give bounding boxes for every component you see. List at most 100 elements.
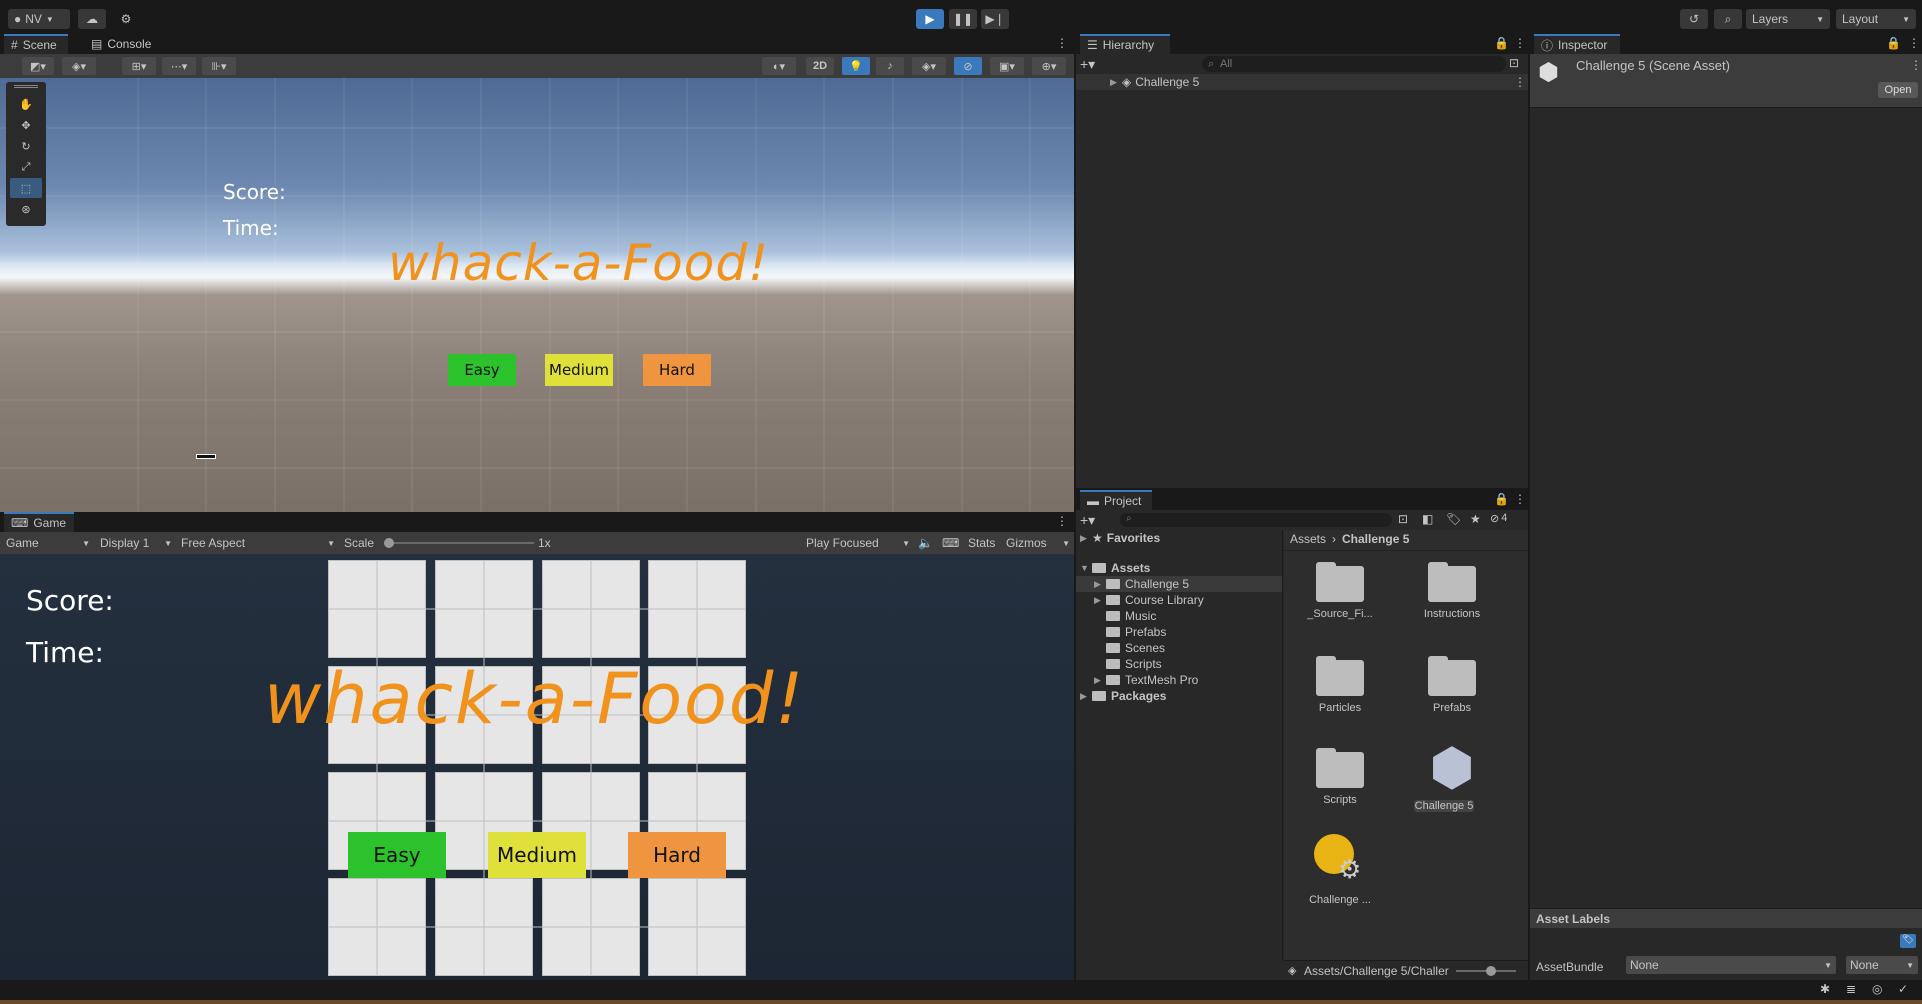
more-options-icon[interactable]: ⋮	[1910, 58, 1922, 72]
assets-row[interactable]: ▼ Assets	[1076, 560, 1150, 576]
expand-arrow-icon[interactable]: ▶	[1080, 691, 1092, 702]
expand-arrow-icon[interactable]: ▶	[1094, 595, 1106, 606]
more-options-icon[interactable]: ⋮	[1908, 36, 1920, 50]
check-icon[interactable]: ✓	[1898, 982, 1908, 996]
asset-particles[interactable]: Particles	[1284, 652, 1396, 722]
create-dropdown[interactable]: +▾	[1080, 512, 1095, 529]
step-button[interactable]: ▶❘	[981, 9, 1009, 29]
tab-scene[interactable]: # Scene	[4, 34, 68, 54]
expand-arrow-icon[interactable]: ▶	[1094, 579, 1106, 590]
more-options-icon[interactable]: ⋮	[1514, 492, 1526, 506]
expand-arrow-icon[interactable]: ▶	[1110, 77, 1122, 88]
hierarchy-scene-row[interactable]: ▶ ◈ Challenge 5 ⋮	[1076, 74, 1528, 90]
asset-scripts[interactable]: Scripts	[1284, 744, 1396, 814]
draw-mode-dropdown[interactable]: ◩▾	[22, 57, 54, 75]
database-icon[interactable]: ≣	[1846, 982, 1856, 996]
tree-folder-scripts[interactable]: Scripts	[1076, 656, 1162, 672]
splitter[interactable]	[1282, 530, 1283, 960]
tree-folder-challenge5[interactable]: ▶ Challenge 5	[1076, 576, 1282, 592]
search-button[interactable]: ⌕	[1714, 9, 1742, 29]
search-filter-icon[interactable]: ⊡	[1398, 512, 1408, 526]
scale-slider[interactable]	[384, 538, 534, 548]
tag-icon[interactable]: 🏷	[1900, 934, 1916, 948]
hard-button[interactable]: Hard	[628, 832, 726, 878]
create-dropdown[interactable]: +▾	[1080, 56, 1095, 73]
lighting-toggle[interactable]: 💡	[842, 57, 870, 75]
play-focused-dropdown[interactable]: Play Focused ▼	[806, 534, 910, 552]
grid-snap-dropdown[interactable]: ⊞▾	[122, 57, 156, 75]
transform-tool[interactable]: ⊛	[10, 199, 42, 219]
more-options-icon[interactable]: ⋮	[1514, 75, 1526, 89]
rect-tool[interactable]: ⬚	[10, 178, 42, 198]
layers-dropdown[interactable]: Layers ▼	[1746, 9, 1830, 29]
scene-visibility-toggle[interactable]: ⊘	[954, 57, 982, 75]
more-options-icon[interactable]: ⋮	[1056, 514, 1068, 528]
account-dropdown[interactable]: ● NV ▼	[8, 9, 70, 29]
more-options-icon[interactable]: ⋮	[1056, 36, 1068, 50]
move-tool[interactable]: ✥	[10, 115, 42, 135]
favorites-row[interactable]: ▶ ★ Favorites	[1076, 530, 1160, 546]
tab-project[interactable]: ▬ Project	[1080, 490, 1152, 510]
gizmos-toggle[interactable]: Gizmos ▼	[1006, 534, 1070, 552]
drag-handle[interactable]	[14, 85, 38, 88]
game-viewport[interactable]: Score: Time: whack-a-Food! Easy Medium H…	[0, 554, 1074, 980]
tab-hierarchy[interactable]: ☰ Hierarchy	[1080, 34, 1170, 54]
easy-button[interactable]: Easy	[348, 832, 446, 878]
tab-inspector[interactable]: ⓘ Inspector	[1534, 34, 1620, 54]
game-view-dropdown[interactable]: Game ▼	[6, 534, 90, 552]
camera-dropdown[interactable]: ▣▾	[990, 57, 1024, 75]
project-search-input[interactable]: ⌕	[1120, 513, 1392, 527]
scale-tool[interactable]: ⤢	[10, 157, 42, 177]
filter-type-icon[interactable]: ◧	[1422, 512, 1433, 526]
asset-challenge-settings[interactable]: ⚙ Challenge ...	[1284, 834, 1396, 914]
asset-variant-dropdown[interactable]: None ▼	[1846, 956, 1918, 974]
breadcrumb-challenge5[interactable]: Challenge 5	[1342, 532, 1409, 546]
gizmos-dropdown[interactable]: ⊕▾	[1032, 57, 1066, 75]
asset-bundle-dropdown[interactable]: None ▼	[1626, 956, 1836, 974]
scene-hard-button[interactable]: Hard	[643, 354, 711, 386]
persp-dropdown[interactable]: ◈▾	[62, 57, 96, 75]
packages-row[interactable]: ▶ Packages	[1076, 688, 1166, 704]
more-options-icon[interactable]: ⋮	[1514, 36, 1526, 50]
scene-camera-gizmo[interactable]	[196, 454, 216, 459]
tree-folder-prefabs[interactable]: Prefabs	[1076, 624, 1166, 640]
search-filter-button[interactable]: ⊡	[1509, 56, 1519, 70]
label-filter-icon[interactable]: 🏷	[1446, 512, 1461, 526]
scene-easy-button[interactable]: Easy	[448, 354, 516, 386]
expand-arrow-icon[interactable]: ▶	[1094, 675, 1106, 686]
increment-snap-dropdown[interactable]: ⋯▾	[162, 57, 196, 75]
align-dropdown[interactable]: ⊪▾	[202, 57, 236, 75]
lock-icon[interactable]: 🔒	[1494, 492, 1509, 506]
asset-prefabs[interactable]: Prefabs	[1396, 652, 1508, 722]
slider-thumb[interactable]	[1486, 966, 1496, 976]
aspect-dropdown[interactable]: Free Aspect ▼	[181, 534, 335, 552]
cloud-button[interactable]: ☁	[78, 9, 106, 29]
lock-icon[interactable]: 🔒	[1886, 36, 1901, 50]
hierarchy-search-input[interactable]: ⌕ All	[1202, 56, 1506, 72]
hand-tool[interactable]: ✋	[10, 94, 42, 114]
medium-button[interactable]: Medium	[488, 832, 586, 878]
display-dropdown[interactable]: Display 1 ▼	[100, 534, 172, 552]
render-mode-dropdown[interactable]: ◐▾	[762, 57, 796, 75]
asset-source-files[interactable]: _Source_Fi...	[1284, 558, 1396, 628]
bug-icon[interactable]: ✱	[1820, 982, 1830, 996]
collab-button[interactable]: ⚙	[112, 9, 140, 29]
pause-button[interactable]: ❚❚	[949, 9, 977, 29]
progress-icon[interactable]: ◎	[1872, 982, 1882, 996]
favorites-star-icon[interactable]: ★	[1470, 512, 1481, 526]
play-button[interactable]: ▶	[916, 9, 944, 29]
icon-size-slider[interactable]	[1456, 966, 1516, 976]
layout-dropdown[interactable]: Layout ▼	[1836, 9, 1916, 29]
effects-dropdown[interactable]: ◈▾	[912, 57, 946, 75]
vsync-toggle[interactable]: ⌨	[942, 534, 959, 552]
slider-thumb[interactable]	[384, 538, 394, 548]
breadcrumb-assets[interactable]: Assets	[1290, 532, 1326, 546]
rotate-tool[interactable]: ↻	[10, 136, 42, 156]
audio-toggle[interactable]: ♪	[876, 57, 904, 75]
stats-button[interactable]: Stats	[968, 534, 995, 552]
hidden-packages-toggle[interactable]: ⊘ 4	[1490, 512, 1507, 525]
tree-folder-music[interactable]: Music	[1076, 608, 1156, 624]
asset-challenge5-scene[interactable]: ⬢ Challenge 5	[1396, 740, 1508, 820]
tab-console[interactable]: ▤ Console	[84, 34, 164, 54]
asset-instructions[interactable]: Instructions	[1396, 558, 1508, 628]
